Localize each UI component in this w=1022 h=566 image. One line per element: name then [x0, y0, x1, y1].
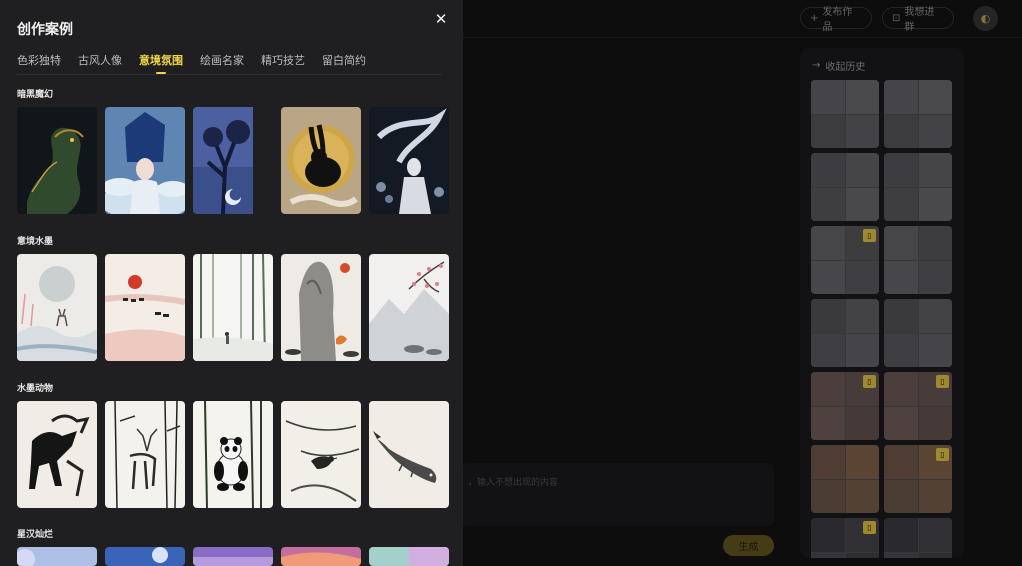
section-row-dark-fantasy — [17, 107, 449, 214]
example-card-white-dragon-girl[interactable] — [369, 107, 449, 214]
example-card-plum-blossom-mountain[interactable] — [369, 254, 449, 361]
category-tabs: 色彩独特 古风人像 意境氛围 绘画名家 精巧技艺 留白简约 — [17, 52, 366, 74]
example-card-starry-3[interactable] — [193, 547, 273, 566]
example-card-bamboo-forest[interactable] — [193, 254, 273, 361]
close-icon[interactable]: ✕ — [433, 10, 449, 28]
example-card-blue-phoenix-lady[interactable] — [105, 107, 185, 214]
tab-mood-atmosphere[interactable]: 意境氛围 — [139, 52, 183, 74]
section-title-dark-fantasy: 暗黑魔幻 — [17, 90, 54, 100]
section-title-ink-animals: 水墨动物 — [17, 384, 54, 394]
example-card-galloping-horses[interactable] — [17, 401, 97, 508]
example-card-panda-bamboo[interactable] — [193, 401, 273, 508]
section-row-ink-mood — [17, 254, 449, 361]
example-card-ink-fish[interactable] — [369, 401, 449, 508]
example-card-dark-dragon[interactable] — [17, 107, 97, 214]
example-card-moon-tree[interactable] — [193, 107, 273, 214]
tab-colorful[interactable]: 色彩独特 — [17, 52, 61, 74]
example-card-rock-fox[interactable] — [281, 254, 361, 361]
example-card-bird-on-branch[interactable] — [281, 401, 361, 508]
tab-exquisite-craft[interactable]: 精巧技艺 — [261, 52, 305, 74]
example-card-starry-1[interactable] — [17, 547, 97, 566]
app-root: + 发布作品 ⊡ 我想进群 ◐ → 收起历史 ▯ ▯ ▯ ▯ ▯ ，输入不想出现的内容 … — [0, 0, 1022, 566]
example-card-starry-5[interactable] — [369, 547, 449, 566]
tab-master-painters[interactable]: 绘画名家 — [200, 52, 244, 74]
section-row-starry-splendor — [17, 547, 449, 566]
example-card-starry-2[interactable] — [105, 547, 185, 566]
creation-examples-modal: 创作案例 ✕ 色彩独特 古风人像 意境氛围 绘画名家 精巧技艺 留白简约 暗黑魔… — [0, 0, 463, 566]
section-row-ink-animals — [17, 401, 449, 508]
example-card-red-sun-horses[interactable] — [105, 254, 185, 361]
tab-divider — [17, 74, 442, 75]
example-card-golden-rabbit-moon[interactable] — [281, 107, 361, 214]
section-title-starry-splendor: 星汉灿烂 — [17, 530, 54, 540]
tab-minimal-whitespace[interactable]: 留白简约 — [322, 52, 366, 74]
example-card-starry-4[interactable] — [281, 547, 361, 566]
example-card-deer-in-bamboo[interactable] — [105, 401, 185, 508]
section-title-ink-mood: 意境水墨 — [17, 237, 54, 247]
tab-ancient-portrait[interactable]: 古风人像 — [78, 52, 122, 74]
example-card-misty-deer[interactable] — [17, 254, 97, 361]
modal-title: 创作案例 — [17, 22, 73, 38]
